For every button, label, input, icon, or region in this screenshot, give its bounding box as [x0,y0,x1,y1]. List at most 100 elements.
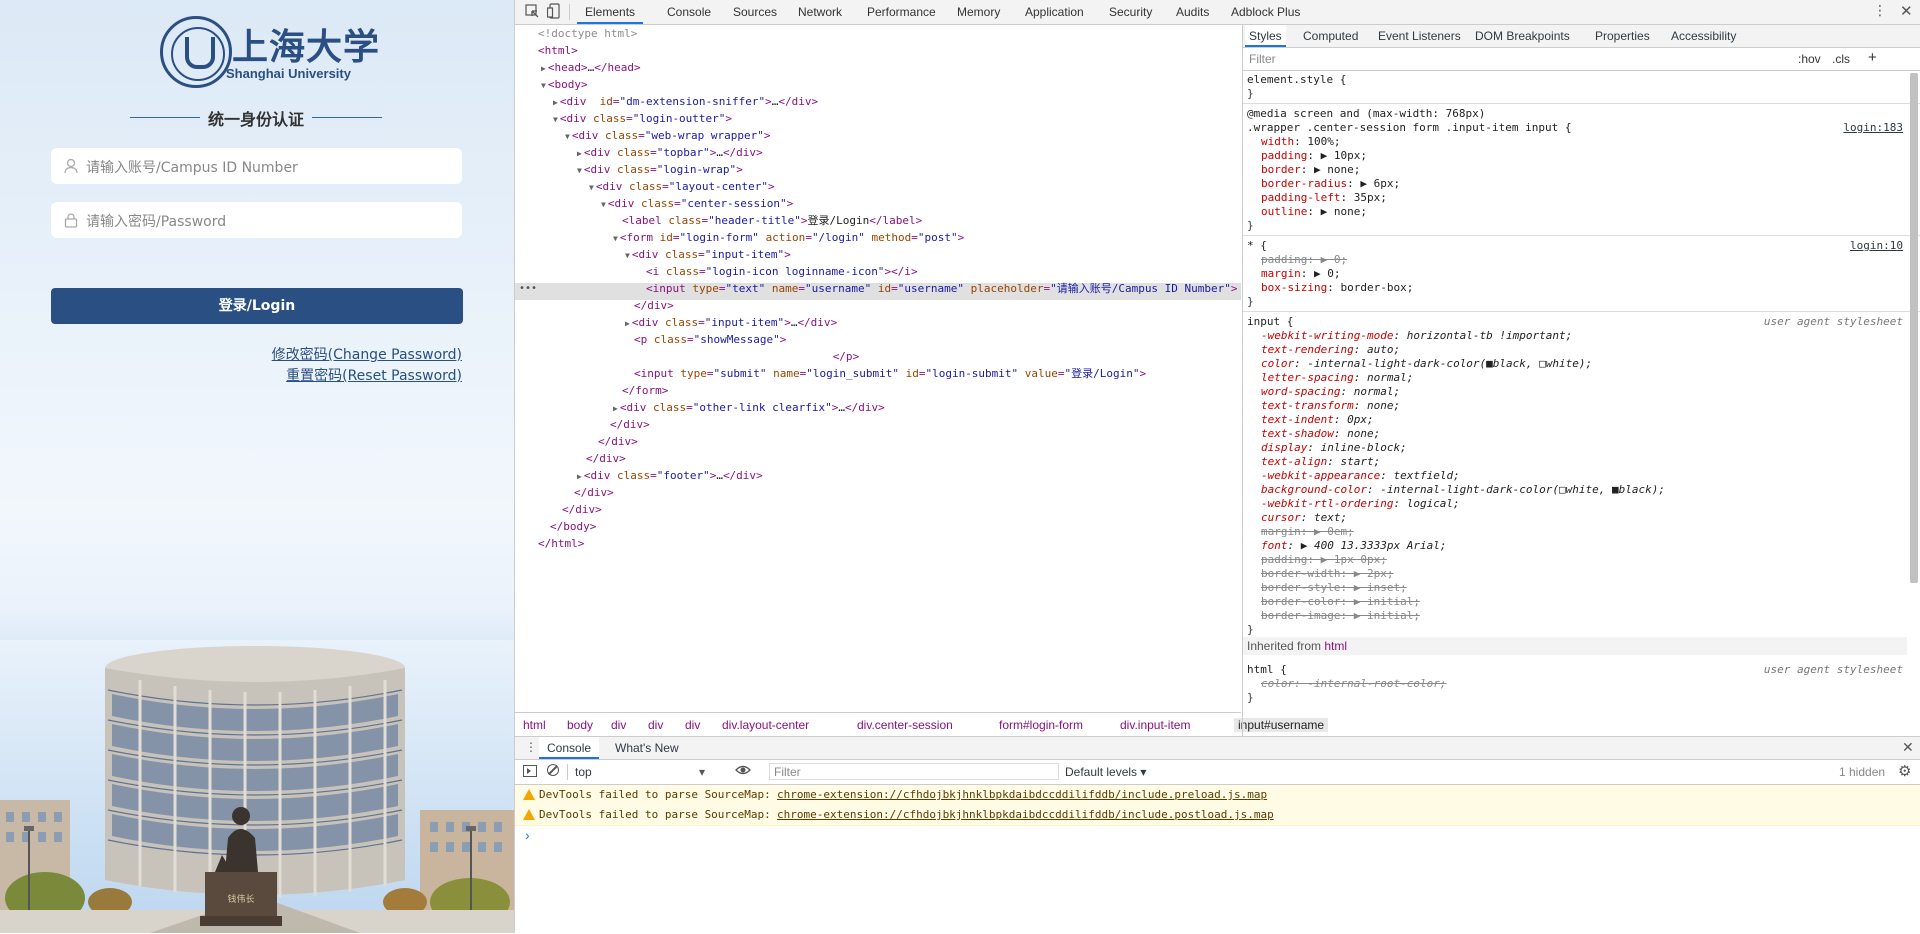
styles-scrollbar[interactable] [1910,73,1918,583]
sidebar-toggle-icon[interactable] [523,765,537,777]
dom-node-line[interactable]: ▼ <form id="login-form" action="/login" m… [613,229,964,246]
css-property[interactable]: font: ▶ 400 13.3333px Arial; [1261,539,1446,553]
dom-node-line[interactable]: ▶ <div class="input-item">…</div> [625,314,837,331]
css-property[interactable]: color: -internal-light-dark-color(■black… [1261,357,1592,371]
dom-node-line[interactable]: </div> [565,484,614,501]
cls-toggle[interactable]: .cls [1832,52,1850,66]
change-password-link[interactable]: 修改密码(Change Password) [272,344,462,364]
css-property[interactable]: word-spacing: normal; [1261,385,1400,399]
dom-node-line[interactable]: ▼ <body> [541,76,588,93]
log-levels-dropdown[interactable]: Default levels ▾ [1065,765,1146,779]
tab-audits[interactable]: Audits [1176,0,1209,24]
console-prompt[interactable]: › [525,827,530,843]
style-source-link[interactable]: user agent stylesheet [1764,663,1903,677]
css-property[interactable]: padding: ▶ 1px 0px; [1261,553,1387,567]
close-drawer-icon[interactable]: ✕ [1902,739,1914,756]
css-property[interactable]: border-radius: ▶ 6px; [1261,177,1400,191]
dom-node-line[interactable]: <!doctype html> [529,25,637,42]
css-property[interactable]: background-color: -internal-light-dark-c… [1261,483,1665,497]
css-property[interactable]: text-transform: none; [1261,399,1400,413]
inspect-element-icon[interactable] [525,4,539,18]
styles-tab[interactable]: Computed [1303,25,1358,47]
styles-tab[interactable]: DOM Breakpoints [1475,25,1570,47]
css-property[interactable]: margin: ▶ 0; [1261,267,1341,281]
dom-node-line[interactable]: ▶ <head>…</head> [541,59,641,76]
css-selector[interactable]: .wrapper .center-session form .input-ite… [1247,121,1572,135]
drawer-tab-whats-new[interactable]: What's New [615,741,679,755]
dom-node-line[interactable]: </form> [613,382,668,399]
dom-node-line[interactable]: ▼ <div class="web-wrap wrapper"> [565,127,771,144]
style-source-link[interactable]: login:183 [1843,121,1903,135]
css-property[interactable]: cursor: text; [1261,511,1347,525]
dom-node-line[interactable]: ▼ <div class="layout-center"> [589,178,775,195]
css-property[interactable]: border-style: ▶ inset; [1261,581,1407,595]
dom-node-line[interactable]: <label class="header-title">登录/Login</la… [613,212,922,229]
dom-node-line[interactable]: ▼ <div class="login-wrap"> [577,161,743,178]
password-field[interactable]: 请输入密码/Password [51,202,462,238]
css-property[interactable]: border-image: ▶ initial; [1261,609,1420,623]
css-selector[interactable]: element.style { [1247,73,1346,87]
dom-node-line[interactable]: ▶ <div id="dm-extension-sniffer">…</div> [553,93,818,110]
tab-performance[interactable]: Performance [867,0,936,24]
css-property[interactable]: -webkit-appearance: textfield; [1261,469,1460,483]
dom-node-line[interactable]: <input type="submit" name="login_submit"… [625,365,1146,382]
console-filter-input[interactable]: Filter [769,763,1059,780]
dom-node-line[interactable]: <p class="showMessage"> [625,331,786,348]
breadcrumb-item[interactable]: html [523,718,546,732]
tab-security[interactable]: Security [1109,0,1152,24]
sourcemap-link[interactable]: chrome-extension://cfhdojbkjhnklbpkdaibd… [777,785,1267,805]
dom-node-line[interactable]: </div> [625,297,674,314]
dom-node-line[interactable]: ▶ <div class="topbar">…</div> [577,144,763,161]
dom-node-line[interactable]: </div> [577,450,626,467]
context-selector[interactable]: top ▾ [575,765,705,779]
css-property[interactable]: letter-spacing: normal; [1261,371,1413,385]
dom-node-line[interactable]: ▼ <div class="center-session"> [601,195,793,212]
clear-console-icon[interactable] [547,764,559,776]
tab-memory[interactable]: Memory [957,0,1000,24]
device-toolbar-icon[interactable] [546,3,561,19]
css-property[interactable]: outline: ▶ none; [1261,205,1367,219]
breadcrumb-item[interactable]: form#login-form [999,718,1083,732]
breadcrumb-item[interactable]: div.input-item [1120,718,1190,732]
row-menu-icon[interactable]: ••• [519,283,537,294]
breadcrumb-item[interactable]: div.center-session [857,718,953,732]
dom-node-line[interactable]: ▶ <div class="footer">…</div> [577,467,763,484]
tab-network[interactable]: Network [798,0,842,24]
tab-sources[interactable]: Sources [733,0,777,24]
login-button[interactable]: 登录/Login [51,288,463,324]
css-property[interactable]: border: ▶ none; [1261,163,1360,177]
sourcemap-link[interactable]: chrome-extension://cfhdojbkjhnklbpkdaibd… [777,805,1274,825]
reset-password-link[interactable]: 重置密码(Reset Password) [286,365,462,385]
tab-console[interactable]: Console [667,0,711,24]
styles-tab[interactable]: Accessibility [1671,25,1736,47]
css-selector[interactable]: input { [1247,315,1293,329]
css-property[interactable]: display: inline-block; [1261,441,1407,455]
tab-application[interactable]: Application [1025,0,1084,24]
dom-node-line[interactable]: </div> [589,433,638,450]
css-property[interactable]: text-indent: 0px; [1261,413,1374,427]
css-property[interactable]: text-rendering: auto; [1261,343,1400,357]
dom-node-line[interactable]: ▼ <div class="login-outter"> [553,110,732,127]
css-property[interactable]: text-shadow: none; [1261,427,1380,441]
console-settings-gear-icon[interactable]: ⚙ [1898,762,1911,780]
drawer-menu-icon[interactable]: ⋮ [525,740,537,754]
tab-elements[interactable]: Elements [577,0,644,24]
styles-tab[interactable]: Properties [1595,25,1650,47]
drawer-tab-console[interactable]: Console [539,737,600,759]
breadcrumb-item[interactable]: body [567,718,593,732]
dom-node-line[interactable]: <i class="login-icon loginname-icon"></i… [637,263,918,280]
close-devtools-icon[interactable]: ✕ [1900,2,1913,20]
dom-node-line[interactable]: </body> [541,518,596,535]
style-source-link[interactable]: user agent stylesheet [1764,315,1903,329]
tab-adblock-plus[interactable]: Adblock Plus [1231,0,1300,24]
dom-node-line[interactable]: <html> [529,42,578,59]
breadcrumb-item[interactable]: div [685,718,700,732]
more-options-icon[interactable]: ⋮ [1873,3,1887,19]
hov-toggle[interactable]: :hov [1798,52,1821,66]
breadcrumb-item[interactable]: div [611,718,626,732]
styles-filter-input[interactable]: Filter [1249,52,1276,66]
css-property[interactable]: margin: ▶ 0em; [1261,525,1354,539]
breadcrumb-item[interactable]: div [648,718,663,732]
css-property[interactable]: color: -internal-root-color; [1261,677,1446,691]
css-property[interactable]: border-color: ▶ initial; [1261,595,1420,609]
